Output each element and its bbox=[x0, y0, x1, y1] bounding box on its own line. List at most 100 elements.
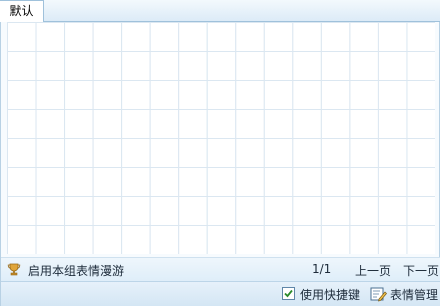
emoticon-cell[interactable] bbox=[320, 22, 351, 52]
emoticon-cell[interactable] bbox=[178, 51, 208, 81]
emoticon-cell[interactable] bbox=[320, 167, 351, 197]
emoticon-cell[interactable] bbox=[178, 196, 208, 226]
emoticon-cell[interactable] bbox=[149, 22, 180, 52]
emoticon-cell[interactable] bbox=[235, 196, 265, 226]
emoticon-cell[interactable] bbox=[320, 109, 351, 139]
emoticon-cell[interactable] bbox=[7, 51, 37, 81]
emoticon-cell[interactable] bbox=[263, 22, 294, 52]
emoticon-cell[interactable] bbox=[406, 225, 435, 255]
emoticon-cell[interactable] bbox=[121, 109, 151, 139]
prev-page-link[interactable]: 上一页 bbox=[355, 262, 391, 279]
emoticon-cell[interactable] bbox=[377, 80, 408, 110]
emoticon-cell[interactable] bbox=[149, 51, 180, 81]
emoticon-cell[interactable] bbox=[35, 51, 66, 81]
emoticon-cell[interactable] bbox=[7, 196, 37, 226]
emoticon-cell[interactable] bbox=[292, 22, 322, 52]
emoticon-cell[interactable] bbox=[206, 22, 237, 52]
emoticon-cell[interactable] bbox=[377, 196, 408, 226]
emoticon-cell[interactable] bbox=[263, 109, 294, 139]
emoticon-cell[interactable] bbox=[235, 225, 265, 255]
emoticon-cell[interactable] bbox=[178, 138, 208, 168]
emoticon-cell[interactable] bbox=[149, 196, 180, 226]
emoticon-cell[interactable] bbox=[206, 109, 237, 139]
emoticon-cell[interactable] bbox=[121, 138, 151, 168]
roam-toggle-label[interactable]: 启用本组表情漫游 bbox=[28, 262, 124, 279]
emoticon-cell[interactable] bbox=[320, 51, 351, 81]
emoticon-manage-label[interactable]: 表情管理 bbox=[390, 286, 438, 303]
emoticon-cell[interactable] bbox=[406, 80, 435, 110]
emoticon-cell[interactable] bbox=[235, 167, 265, 197]
emoticon-cell[interactable] bbox=[292, 167, 322, 197]
emoticon-cell[interactable] bbox=[178, 80, 208, 110]
emoticon-cell[interactable] bbox=[263, 51, 294, 81]
emoticon-cell[interactable] bbox=[149, 138, 180, 168]
emoticon-cell[interactable] bbox=[206, 196, 237, 226]
emoticon-cell[interactable] bbox=[377, 22, 408, 52]
use-shortcut-label[interactable]: 使用快捷键 bbox=[300, 286, 360, 303]
emoticon-cell[interactable] bbox=[349, 167, 379, 197]
emoticon-cell[interactable] bbox=[35, 22, 66, 52]
emoticon-cell[interactable] bbox=[349, 225, 379, 255]
emoticon-cell[interactable] bbox=[377, 225, 408, 255]
emoticon-cell[interactable] bbox=[406, 51, 435, 81]
emoticon-cell[interactable] bbox=[7, 225, 37, 255]
emoticon-cell[interactable] bbox=[149, 80, 180, 110]
emoticon-cell[interactable] bbox=[7, 138, 37, 168]
emoticon-cell[interactable] bbox=[121, 80, 151, 110]
emoticon-cell[interactable] bbox=[377, 138, 408, 168]
emoticon-cell[interactable] bbox=[7, 80, 37, 110]
emoticon-cell[interactable] bbox=[235, 138, 265, 168]
emoticon-cell[interactable] bbox=[64, 138, 94, 168]
emoticon-cell[interactable] bbox=[263, 138, 294, 168]
emoticon-grid[interactable] bbox=[7, 22, 435, 254]
emoticon-cell[interactable] bbox=[206, 225, 237, 255]
emoticon-cell[interactable] bbox=[64, 196, 94, 226]
emoticon-cell[interactable] bbox=[64, 22, 94, 52]
emoticon-cell[interactable] bbox=[92, 80, 123, 110]
emoticon-cell[interactable] bbox=[320, 80, 351, 110]
emoticon-cell[interactable] bbox=[292, 225, 322, 255]
emoticon-cell[interactable] bbox=[206, 167, 237, 197]
emoticon-cell[interactable] bbox=[406, 22, 435, 52]
emoticon-cell[interactable] bbox=[349, 51, 379, 81]
emoticon-cell[interactable] bbox=[35, 138, 66, 168]
emoticon-cell[interactable] bbox=[35, 196, 66, 226]
emoticon-cell[interactable] bbox=[64, 167, 94, 197]
emoticon-cell[interactable] bbox=[235, 109, 265, 139]
emoticon-cell[interactable] bbox=[349, 109, 379, 139]
emoticon-cell[interactable] bbox=[320, 225, 351, 255]
emoticon-cell[interactable] bbox=[178, 109, 208, 139]
emoticon-cell[interactable] bbox=[35, 80, 66, 110]
use-shortcut-checkbox[interactable] bbox=[282, 287, 295, 300]
emoticon-cell[interactable] bbox=[263, 196, 294, 226]
emoticon-cell[interactable] bbox=[92, 196, 123, 226]
emoticon-cell[interactable] bbox=[349, 196, 379, 226]
emoticon-cell[interactable] bbox=[35, 225, 66, 255]
next-page-link[interactable]: 下一页 bbox=[403, 262, 439, 279]
emoticon-cell[interactable] bbox=[121, 22, 151, 52]
emoticon-cell[interactable] bbox=[7, 167, 37, 197]
emoticon-cell[interactable] bbox=[92, 138, 123, 168]
emoticon-cell[interactable] bbox=[92, 51, 123, 81]
emoticon-cell[interactable] bbox=[406, 109, 435, 139]
emoticon-cell[interactable] bbox=[92, 225, 123, 255]
emoticon-cell[interactable] bbox=[121, 167, 151, 197]
emoticon-cell[interactable] bbox=[292, 109, 322, 139]
emoticon-cell[interactable] bbox=[64, 225, 94, 255]
emoticon-cell[interactable] bbox=[406, 196, 435, 226]
emoticon-cell[interactable] bbox=[406, 167, 435, 197]
emoticon-cell[interactable] bbox=[7, 22, 37, 52]
emoticon-cell[interactable] bbox=[178, 225, 208, 255]
emoticon-cell[interactable] bbox=[178, 167, 208, 197]
emoticon-cell[interactable] bbox=[178, 22, 208, 52]
emoticon-cell[interactable] bbox=[263, 167, 294, 197]
emoticon-cell[interactable] bbox=[92, 109, 123, 139]
emoticon-cell[interactable] bbox=[349, 138, 379, 168]
emoticon-cell[interactable] bbox=[406, 138, 435, 168]
emoticon-cell[interactable] bbox=[64, 109, 94, 139]
emoticon-cell[interactable] bbox=[320, 196, 351, 226]
emoticon-cell[interactable] bbox=[35, 167, 66, 197]
emoticon-cell[interactable] bbox=[64, 51, 94, 81]
emoticon-cell[interactable] bbox=[377, 109, 408, 139]
emoticon-cell[interactable] bbox=[149, 167, 180, 197]
